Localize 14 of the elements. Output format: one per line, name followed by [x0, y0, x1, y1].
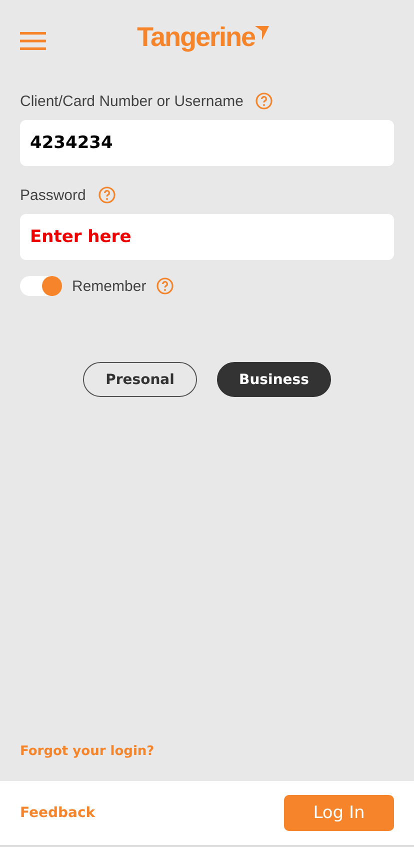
input-field[interactable]: Enter here [20, 214, 394, 260]
remember-toggle[interactable] [20, 276, 62, 296]
toggle-label: Remember [72, 278, 146, 294]
logo-arrow-icon [255, 26, 270, 40]
help-icon[interactable] [98, 186, 116, 204]
field-label: Password [20, 186, 86, 204]
help-icon[interactable] [156, 277, 174, 295]
account-type-button[interactable]: Presonal [83, 362, 197, 397]
input-field[interactable]: 4234234 [20, 120, 394, 166]
logo: Tangerine [137, 22, 256, 53]
help-icon[interactable] [255, 92, 274, 110]
menu-icon[interactable] [20, 31, 46, 51]
field-label: Client/Card Number or Username [20, 92, 244, 110]
account-type-button[interactable]: Business [217, 362, 331, 397]
